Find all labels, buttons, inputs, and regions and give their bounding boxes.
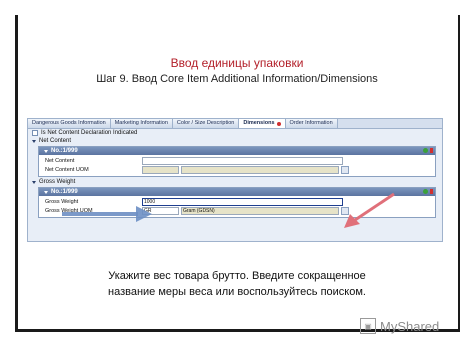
tab-color-size[interactable]: Color / Size Description — [172, 119, 240, 128]
net-decl-row: Is Net Content Declaration Indicated — [28, 129, 442, 137]
tab-label: Marketing Information — [114, 120, 168, 126]
add-icon[interactable] — [423, 189, 428, 194]
brand-logo-icon: ▣ — [360, 318, 376, 334]
brand-name: MyShared — [380, 318, 440, 334]
net-content-uom-label: Net Content UOM — [45, 166, 89, 173]
tab-dangerous-goods[interactable]: Dangerous Goods Information — [28, 119, 111, 128]
net-content-row: Net Content — [39, 156, 435, 165]
tab-label: Color / Size Description — [176, 120, 235, 126]
net-content-section-label: Net Content — [39, 138, 72, 144]
slide-caption: Укажите вес товара брутто. Введите сокра… — [0, 268, 474, 300]
group-number: No.:1/999 — [51, 189, 78, 195]
net-decl-label: Is Net Content Declaration Indicated — [41, 130, 138, 136]
net-content-uom-row: Net Content UOM — [39, 165, 435, 174]
tab-label: Dimensions — [243, 120, 275, 126]
collapse-triangle-icon[interactable] — [32, 139, 36, 143]
slide-title: Ввод единицы упаковки — [170, 56, 304, 70]
gross-weight-uom-name-input: Gram (GDSN) — [181, 206, 339, 215]
net-content-section[interactable]: Net Content — [28, 137, 442, 145]
collapse-triangle-icon[interactable] — [44, 149, 48, 153]
tab-close-icon[interactable] — [276, 121, 281, 126]
tab-label: Order Information — [289, 120, 333, 126]
net-content-uom-code-input[interactable] — [142, 165, 179, 174]
net-content-input[interactable] — [142, 156, 343, 165]
gross-weight-section-label: Gross Weight — [39, 179, 76, 185]
net-decl-checkbox[interactable] — [32, 130, 38, 136]
caption-line-2: название меры веса или воспользуйтесь по… — [108, 286, 366, 298]
net-content-group-header: No.:1/999 — [39, 147, 435, 155]
net-content-group: No.:1/999 Net Content Net Content UOM — [38, 146, 436, 177]
gross-weight-section[interactable]: Gross Weight — [28, 178, 442, 186]
lookup-icon[interactable] — [341, 165, 349, 174]
group-controls — [423, 148, 433, 153]
collapse-triangle-icon[interactable] — [32, 180, 36, 184]
caption-line-1: Укажите вес товара брутто. Введите сокра… — [108, 270, 366, 282]
tab-dimensions[interactable]: Dimensions — [239, 119, 286, 128]
gross-weight-input[interactable]: 1000 — [142, 197, 343, 206]
group-number: No.:1/999 — [51, 148, 78, 154]
tab-label: Dangerous Goods Information — [32, 120, 106, 126]
delete-icon[interactable] — [430, 148, 433, 153]
blue-arrow-icon — [62, 206, 152, 222]
group-controls — [423, 189, 433, 194]
tab-marketing[interactable]: Marketing Information — [110, 119, 173, 128]
tab-order-information[interactable]: Order Information — [285, 119, 338, 128]
tab-bar: Dangerous Goods Information Marketing In… — [28, 119, 442, 129]
brand-watermark: ▣ MyShared — [360, 318, 439, 334]
net-content-uom-name-input — [181, 165, 339, 174]
pink-arrow-icon — [344, 192, 395, 228]
delete-icon[interactable] — [430, 189, 433, 194]
collapse-triangle-icon[interactable] — [44, 190, 48, 194]
net-content-label: Net Content — [45, 157, 75, 164]
add-icon[interactable] — [423, 148, 428, 153]
slide-subtitle: Шаг 9. Ввод Core Item Additional Informa… — [96, 73, 378, 85]
